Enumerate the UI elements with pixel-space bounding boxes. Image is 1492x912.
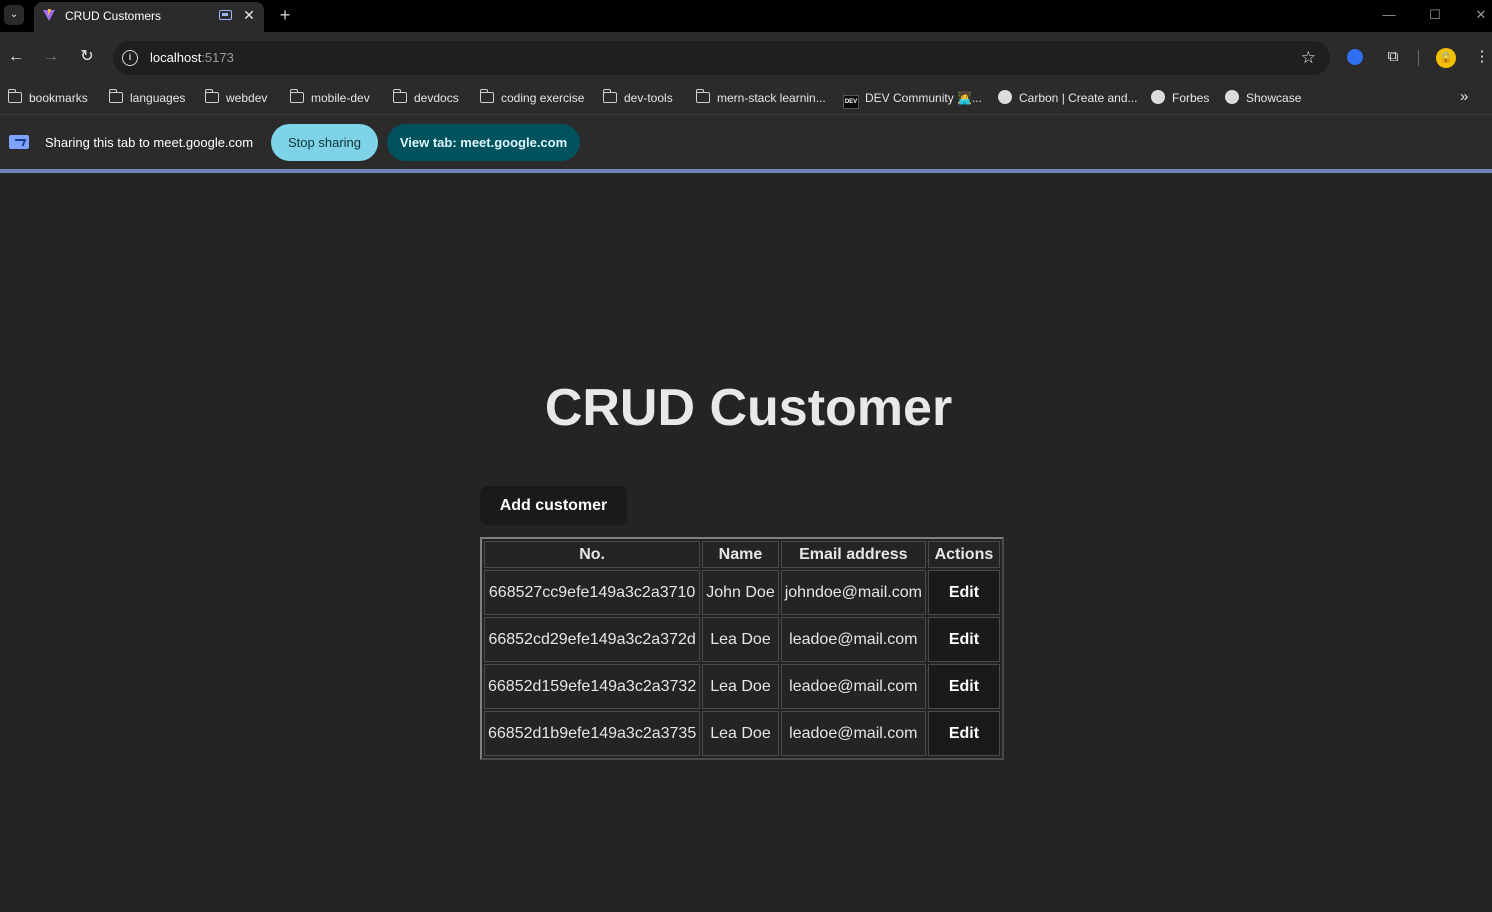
minimize-icon[interactable]: — — [1380, 6, 1398, 24]
folder-icon — [109, 89, 123, 103]
bookmark-folder-bookmarks[interactable]: bookmarks — [8, 88, 88, 108]
extension-blue-icon[interactable] — [1347, 49, 1363, 65]
bookmark-folder-dev-tools[interactable]: dev-tools — [603, 88, 673, 108]
close-window-icon[interactable]: ✕ — [1472, 6, 1490, 24]
header-actions: Actions — [927, 541, 1000, 568]
bookmark-forbes[interactable]: Forbes — [1151, 88, 1209, 108]
screen-share-icon — [9, 135, 29, 149]
bookmark-star-icon[interactable]: ☆ — [1301, 48, 1316, 68]
menu-kebab-icon[interactable]: ⋮ — [1473, 48, 1491, 66]
edit-button[interactable]: Edit — [929, 618, 999, 661]
folder-icon — [480, 89, 494, 103]
customers-table: No. Name Email address Actions 668527cc9… — [480, 537, 1004, 760]
table-row: 66852cd29efe149a3c2a372d Lea Doe leadoe@… — [484, 617, 1000, 662]
customer-id: 66852cd29efe149a3c2a372d — [484, 617, 701, 662]
bookmark-folder-devdocs[interactable]: devdocs — [393, 88, 459, 108]
customer-email: johndoe@mail.com — [780, 570, 926, 615]
customer-email: leadoe@mail.com — [780, 617, 926, 662]
actions-cell: Edit — [927, 617, 1000, 662]
tab-sharing-infobar: Sharing this tab to meet.google.com Stop… — [0, 114, 1492, 169]
tab-search-chevron-icon[interactable]: ⌄ — [4, 5, 24, 25]
customer-email: leadoe@mail.com — [780, 664, 926, 709]
table-row: 66852d1b9efe149a3c2a3735 Lea Doe leadoe@… — [484, 711, 1000, 756]
tab-title: CRUD Customers — [65, 9, 162, 23]
edit-button[interactable]: Edit — [929, 571, 999, 614]
browser-toolbar: ← → ↻ i localhost:5173 ☆ ⧉ 🔒 ⋮ — [0, 32, 1492, 82]
globe-icon — [998, 90, 1012, 104]
bookmark-carbon[interactable]: Carbon | Create and... — [998, 88, 1138, 108]
table-header-row: No. Name Email address Actions — [484, 541, 1000, 568]
profile-avatar-icon[interactable]: 🔒 — [1436, 48, 1456, 68]
address-bar[interactable]: i localhost:5173 ☆ — [113, 41, 1330, 75]
header-email: Email address — [780, 541, 926, 568]
actions-cell: Edit — [927, 570, 1000, 615]
forward-icon[interactable]: → — [41, 47, 61, 67]
sharing-status-text: Sharing this tab to meet.google.com — [45, 135, 254, 150]
bookmarks-bar: bookmarks languages webdev mobile-dev de… — [0, 82, 1492, 114]
view-tab-button[interactable]: View tab: meet.google.com — [387, 124, 580, 161]
back-icon[interactable]: ← — [6, 47, 26, 67]
page-title: CRUD Customer — [544, 379, 953, 437]
bookmark-folder-coding-exercise[interactable]: coding exercise — [480, 88, 584, 108]
site-info-icon[interactable]: i — [122, 50, 138, 66]
folder-icon — [8, 89, 22, 103]
bookmark-folder-languages[interactable]: languages — [109, 88, 185, 108]
folder-icon — [696, 89, 710, 103]
actions-cell: Edit — [927, 711, 1000, 756]
bookmark-showcase[interactable]: Showcase — [1225, 88, 1301, 108]
maximize-icon[interactable]: ☐ — [1426, 6, 1444, 24]
add-customer-button[interactable]: Add customer — [480, 486, 627, 525]
bookmark-folder-webdev[interactable]: webdev — [205, 88, 267, 108]
dev-icon: DEV — [843, 95, 859, 109]
reload-icon[interactable]: ↻ — [77, 47, 97, 67]
bookmark-folder-mobile-dev[interactable]: mobile-dev — [290, 88, 370, 108]
more-bookmarks-chevron-icon[interactable]: » — [1460, 88, 1468, 105]
customer-name: Lea Doe — [702, 617, 779, 662]
table-row: 668527cc9efe149a3c2a3710 John Doe johndo… — [484, 570, 1000, 615]
close-tab-icon[interactable]: ✕ — [242, 6, 256, 24]
edit-button[interactable]: Edit — [929, 665, 999, 708]
edit-button[interactable]: Edit — [929, 712, 999, 755]
folder-icon — [393, 89, 407, 103]
folder-icon — [205, 89, 219, 103]
customer-name: John Doe — [702, 570, 779, 615]
header-no: No. — [484, 541, 701, 568]
new-tab-button[interactable]: + — [276, 4, 294, 26]
folder-icon — [603, 89, 617, 103]
vite-logo-icon — [43, 9, 55, 21]
actions-cell: Edit — [927, 664, 1000, 709]
stop-sharing-button[interactable]: Stop sharing — [271, 124, 378, 161]
url-text[interactable]: localhost:5173 — [150, 50, 234, 65]
globe-icon — [1151, 90, 1165, 104]
page-content: CRUD Customer Add customer No. Name Emai… — [0, 173, 1492, 912]
tab-crud-customers[interactable]: CRUD Customers ✕ — [34, 2, 264, 32]
tab-strip: ⌄ CRUD Customers ✕ + — ☐ ✕ — [0, 0, 1492, 32]
customer-name: Lea Doe — [702, 711, 779, 756]
toolbar-divider — [1418, 50, 1419, 66]
extensions-puzzle-icon[interactable]: ⧉ — [1384, 48, 1402, 66]
customer-name: Lea Doe — [702, 664, 779, 709]
folder-icon — [290, 89, 304, 103]
customer-email: leadoe@mail.com — [780, 711, 926, 756]
tab-casting-icon — [219, 10, 232, 20]
table-row: 66852d159efe149a3c2a3732 Lea Doe leadoe@… — [484, 664, 1000, 709]
customer-id: 66852d159efe149a3c2a3732 — [484, 664, 701, 709]
customer-id: 668527cc9efe149a3c2a3710 — [484, 570, 701, 615]
header-name: Name — [702, 541, 779, 568]
bookmark-dev-community[interactable]: DEV DEV Community 👩‍💻... — [843, 88, 982, 109]
customer-id: 66852d1b9efe149a3c2a3735 — [484, 711, 701, 756]
bookmark-folder-mern-stack[interactable]: mern-stack learnin... — [696, 88, 826, 108]
globe-icon — [1225, 90, 1239, 104]
